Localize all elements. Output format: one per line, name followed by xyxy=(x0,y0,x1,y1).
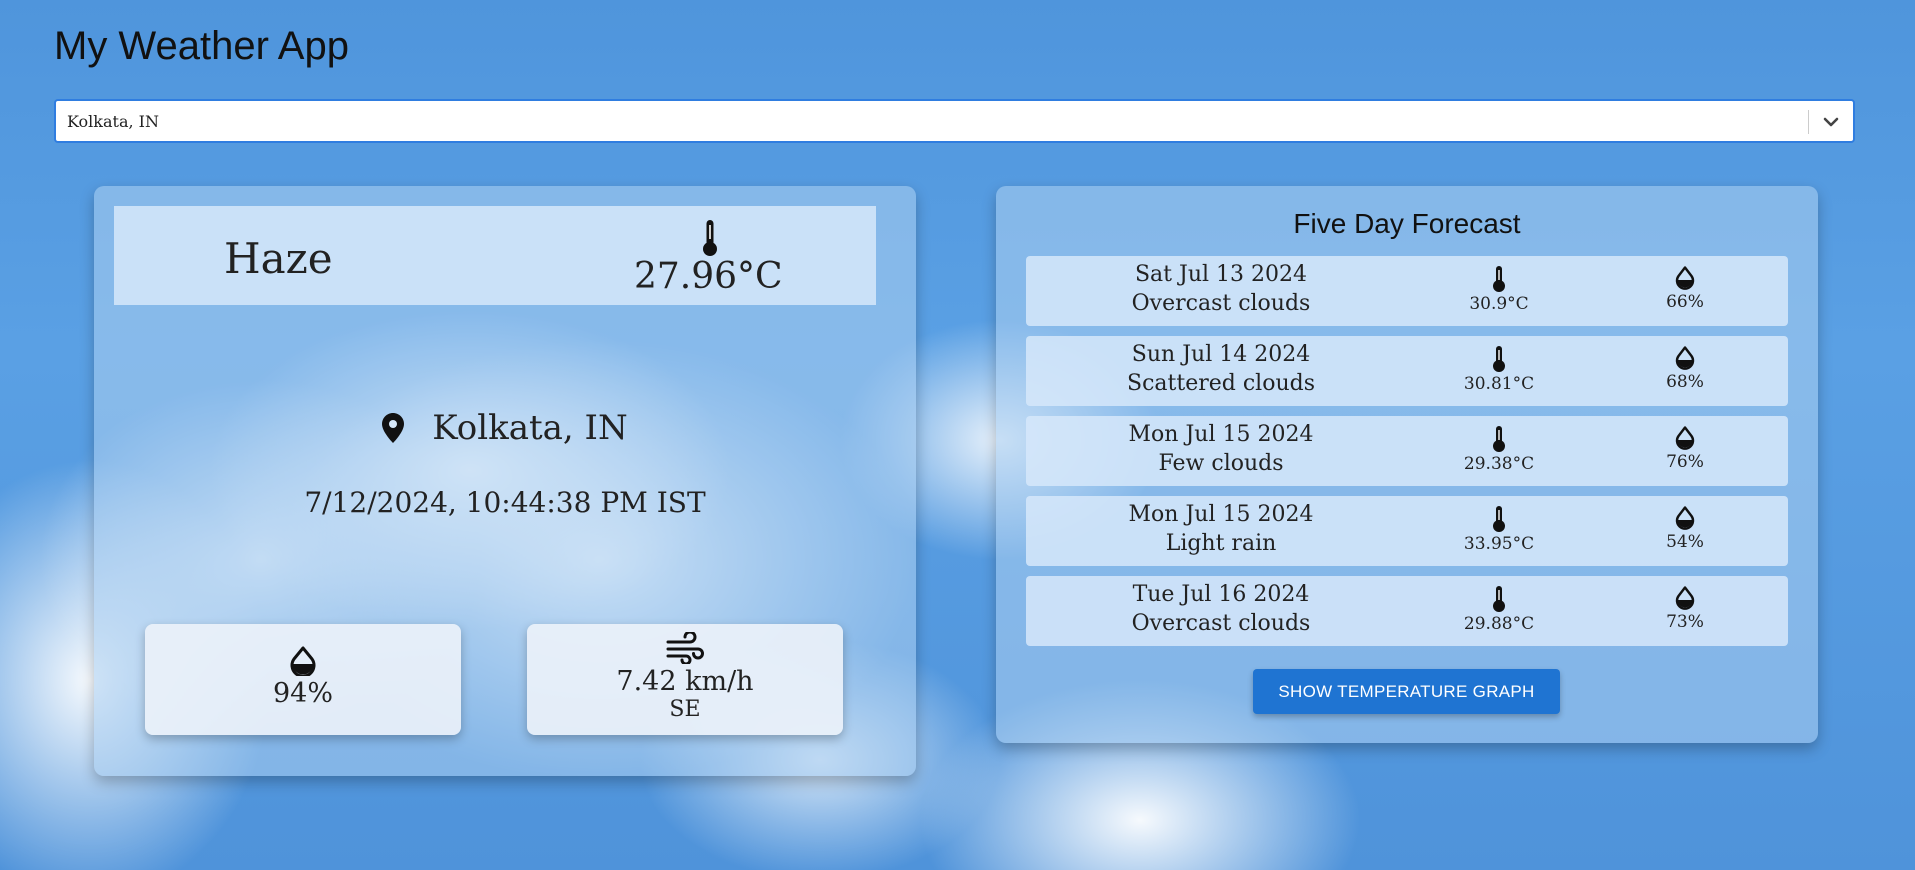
forecast-humidity-value: 76% xyxy=(1666,452,1704,472)
water-drop-icon xyxy=(1675,586,1695,610)
thermometer-icon xyxy=(1493,266,1505,292)
water-drop-icon xyxy=(1675,506,1695,530)
forecast-humidity-value: 68% xyxy=(1666,372,1704,392)
forecast-day: Tue Jul 16 2024 Overcast clouds 29.88°C … xyxy=(1026,576,1788,646)
forecast-humidity-value: 66% xyxy=(1666,292,1704,312)
humidity-value: 94% xyxy=(272,678,333,709)
forecast-date: Tue Jul 16 2024 xyxy=(1132,582,1310,607)
location-row: Kolkata, IN xyxy=(94,408,916,456)
forecast-date: Sun Jul 14 2024 xyxy=(1131,342,1311,367)
location-pin-icon xyxy=(382,413,405,443)
forecast-temp-value: 30.9°C xyxy=(1469,294,1529,314)
current-temperature: 27.96°C xyxy=(634,256,783,297)
forecast-description: Scattered clouds xyxy=(1127,371,1315,396)
humidity-box: 94% xyxy=(145,624,461,735)
forecast-date: Mon Jul 15 2024 xyxy=(1128,502,1314,527)
forecast-day: Sat Jul 13 2024 Overcast clouds 30.9°C 6… xyxy=(1026,256,1788,326)
forecast-title: Five Day Forecast xyxy=(1293,208,1521,239)
forecast-temperature: 33.95°C xyxy=(1439,506,1559,554)
forecast-description: Overcast clouds xyxy=(1131,291,1311,316)
forecast-humidity: 54% xyxy=(1625,506,1745,552)
water-drop-icon xyxy=(1675,266,1695,290)
forecast-temperature: 29.88°C xyxy=(1439,586,1559,634)
forecast-day: Sun Jul 14 2024 Scattered clouds 30.81°C… xyxy=(1026,336,1788,406)
forecast-list: Sat Jul 13 2024 Overcast clouds 30.9°C 6… xyxy=(1026,256,1788,656)
forecast-temperature: 30.9°C xyxy=(1439,266,1559,314)
show-temperature-graph-button[interactable]: SHOW TEMPERATURE GRAPH xyxy=(1253,669,1560,714)
city-select-value: Kolkata, IN xyxy=(67,112,159,131)
weather-condition: Haze xyxy=(224,234,333,283)
city-select[interactable]: Kolkata, IN xyxy=(54,99,1855,143)
forecast-humidity: 68% xyxy=(1625,346,1745,392)
forecast-temp-value: 29.38°C xyxy=(1463,454,1535,474)
forecast-humidity-value: 73% xyxy=(1666,612,1704,632)
wind-icon xyxy=(666,632,704,664)
forecast-date: Sat Jul 13 2024 xyxy=(1134,262,1307,287)
forecast-humidity: 73% xyxy=(1625,586,1745,632)
thermometer-icon xyxy=(1493,586,1505,612)
forecast-day: Mon Jul 15 2024 Few clouds 29.38°C 76% xyxy=(1026,416,1788,486)
forecast-temp-value: 33.95°C xyxy=(1463,534,1535,554)
app-title: My Weather App xyxy=(54,24,349,68)
current-summary: Haze 27.96°C xyxy=(114,206,876,305)
forecast-temp-value: 29.88°C xyxy=(1463,614,1535,634)
thermometer-icon xyxy=(703,220,717,256)
forecast-description: Light rain xyxy=(1165,531,1277,556)
water-drop-icon xyxy=(1675,426,1695,450)
water-drop-icon xyxy=(290,646,316,676)
forecast-card: Five Day Forecast Sat Jul 13 2024 Overca… xyxy=(996,186,1818,743)
forecast-day: Mon Jul 15 2024 Light rain 33.95°C 54% xyxy=(1026,496,1788,566)
thermometer-icon xyxy=(1493,426,1505,452)
forecast-humidity-value: 54% xyxy=(1666,532,1704,552)
forecast-temperature: 30.81°C xyxy=(1439,346,1559,394)
location-name: Kolkata, IN xyxy=(432,408,628,448)
forecast-date: Mon Jul 15 2024 xyxy=(1128,422,1314,447)
forecast-description: Few clouds xyxy=(1158,451,1284,476)
forecast-humidity: 76% xyxy=(1625,426,1745,472)
current-weather-card: Haze 27.96°C Kolkata, IN 7/12/2024, 10:4… xyxy=(94,186,916,776)
chevron-down-icon[interactable] xyxy=(1821,112,1841,132)
wind-speed: 7.42 km/h xyxy=(616,666,754,697)
forecast-temp-value: 30.81°C xyxy=(1463,374,1535,394)
thermometer-icon xyxy=(1493,346,1505,372)
select-separator xyxy=(1808,110,1809,134)
forecast-temperature: 29.38°C xyxy=(1439,426,1559,474)
current-datetime: 7/12/2024, 10:44:38 PM IST xyxy=(304,486,706,519)
forecast-humidity: 66% xyxy=(1625,266,1745,312)
wind-box: 7.42 km/h SE xyxy=(527,624,843,735)
thermometer-icon xyxy=(1493,506,1505,532)
forecast-description: Overcast clouds xyxy=(1131,611,1311,636)
wind-direction: SE xyxy=(669,697,701,722)
water-drop-icon xyxy=(1675,346,1695,370)
